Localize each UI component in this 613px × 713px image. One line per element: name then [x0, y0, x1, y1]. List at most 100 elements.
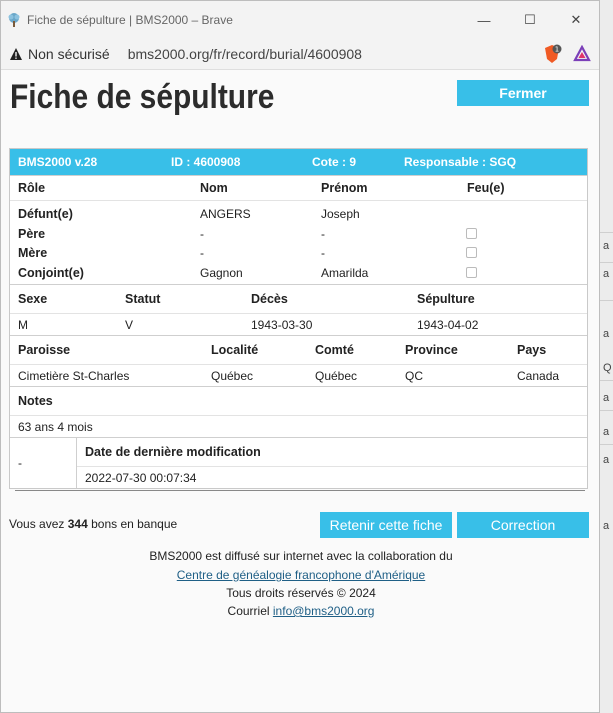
burial-record-card: BMS2000 v.28 ID : 4600908 Cote : 9 Respo…: [9, 148, 588, 489]
security-status[interactable]: Non sécurisé: [28, 46, 110, 62]
maximize-button[interactable]: ☐: [507, 1, 553, 39]
deceased-checkbox[interactable]: [466, 247, 477, 258]
person-nom: Gagnon: [200, 265, 243, 280]
value-sexe: M: [18, 318, 28, 332]
person-prenom: -: [321, 246, 325, 260]
header-pays: Pays: [517, 343, 547, 357]
bank-suffix: bons en banque: [91, 517, 178, 531]
header-comte: Comté: [315, 343, 354, 357]
persons-header-row: Rôle Nom Prénom Feu(e): [10, 176, 587, 201]
bg-text: a: [603, 328, 610, 340]
header-sexe: Sexe: [18, 292, 48, 306]
person-prenom: Joseph: [321, 207, 360, 221]
brave-shield-icon[interactable]: 1: [539, 41, 565, 67]
close-button[interactable]: Fermer: [457, 80, 589, 106]
bank-balance: Vous avez 344 bons en banque: [9, 517, 177, 531]
tree-icon: [5, 11, 23, 29]
modification-section: - Date de dernière modification 2022-07-…: [10, 437, 587, 488]
deceased-checkbox[interactable]: [466, 266, 477, 278]
person-row: Père - -: [10, 224, 587, 244]
bg-divider: [600, 410, 613, 411]
page-title: Fiche de sépulture: [10, 78, 275, 116]
location-value-row: Cimetière St-Charles Québec Québec QC Ca…: [10, 365, 587, 386]
notes-value-row: 63 ans 4 mois: [10, 416, 587, 437]
header-localite: Localité: [211, 343, 259, 357]
value-comte: Québec: [315, 369, 358, 383]
header-statut: Statut: [125, 292, 161, 306]
bg-text: a: [603, 520, 610, 532]
value-localite: Québec: [211, 369, 254, 383]
person-role: Mère: [18, 246, 48, 260]
window-title: Fiche de sépulture | BMS2000 – Brave: [27, 13, 233, 27]
footer-rights: Tous droits réservés © 2024: [226, 586, 376, 600]
email-link[interactable]: info@bms2000.org: [273, 604, 375, 618]
minimize-button[interactable]: —: [461, 1, 507, 39]
persons-section: Rôle Nom Prénom Feu(e) Défunt(e) ANGERS …: [10, 175, 587, 284]
header-role: Rôle: [18, 181, 46, 195]
bg-divider: [600, 444, 613, 445]
person-row: Défunt(e) ANGERS Joseph: [10, 204, 587, 224]
person-nom: ANGERS: [200, 207, 251, 221]
person-row: Conjoint(e) Gagnon Amarilda: [10, 263, 587, 283]
header-sepulture: Sépulture: [417, 292, 475, 306]
header-province: Province: [405, 343, 458, 357]
email-label: Courriel: [227, 604, 270, 618]
bg-divider: [600, 300, 613, 301]
value-deces: 1943-03-30: [251, 318, 313, 332]
person-role: Conjoint(e): [18, 265, 84, 280]
notes-section: Notes 63 ans 4 mois: [10, 386, 587, 437]
notes-header-row: Notes: [10, 387, 587, 416]
retain-record-button[interactable]: Retenir cette fiche: [320, 512, 452, 538]
page-content: Fiche de sépulture Fermer BMS2000 v.28 I…: [1, 70, 599, 712]
bg-divider: [600, 232, 613, 233]
bg-text: Q: [603, 362, 612, 374]
bank-prefix: Vous avez: [9, 517, 65, 531]
bank-count: 344: [67, 517, 88, 531]
person-prenom: -: [321, 226, 325, 241]
person-nom: -: [200, 246, 204, 260]
location-header-row: Paroisse Localité Comté Province Pays: [10, 336, 587, 365]
modification-header-row: Date de dernière modification: [77, 438, 587, 467]
value-statut: V: [125, 318, 134, 332]
shield-badge-count: 1: [555, 46, 559, 54]
correction-button[interactable]: Correction: [457, 512, 589, 538]
person-role: Défunt(e): [18, 207, 73, 221]
footer-collaboration: BMS2000 est diffusé sur internet avec la…: [149, 549, 453, 563]
notes-header: Notes: [18, 394, 53, 408]
details-value-row: M V 1943-03-30 1943-04-02: [10, 314, 587, 335]
url-field[interactable]: bms2000.org/fr/record/burial/4600908: [128, 46, 539, 62]
value-paroisse: Cimetière St-Charles: [18, 369, 130, 383]
header-paroisse: Paroisse: [18, 343, 71, 357]
divider: [15, 490, 585, 491]
bg-text: a: [603, 426, 610, 438]
warning-icon[interactable]: [9, 47, 23, 61]
brave-rewards-icon[interactable]: [569, 41, 595, 67]
notes-value: 63 ans 4 mois: [18, 420, 93, 434]
bg-text: a: [603, 454, 610, 466]
person-role: Père: [18, 226, 46, 241]
background-window: a a a Q a a a a: [600, 0, 613, 713]
bg-divider: [600, 380, 613, 381]
value-sepulture: 1943-04-02: [417, 318, 479, 332]
browser-window: Fiche de sépulture | BMS2000 – Brave — ☐…: [0, 0, 600, 713]
modification-right-cell: Date de dernière modification 2022-07-30…: [77, 438, 587, 488]
record-header-bar: BMS2000 v.28 ID : 4600908 Cote : 9 Respo…: [10, 149, 587, 175]
value-pays: Canada: [517, 369, 560, 383]
record-cote: Cote : 9: [312, 155, 357, 169]
person-row: Mère - -: [10, 243, 587, 263]
address-bar: Non sécurisé bms2000.org/fr/record/buria…: [1, 39, 599, 70]
version-label: BMS2000 v.28: [18, 155, 98, 169]
details-section: Sexe Statut Décès Sépulture M V 1943-03-…: [10, 284, 587, 335]
deceased-checkbox[interactable]: [466, 227, 477, 239]
bg-text: a: [603, 268, 610, 280]
close-window-button[interactable]: ✕: [553, 1, 599, 39]
cgfa-link[interactable]: Centre de généalogie francophone d'Améri…: [177, 568, 425, 582]
modification-left-cell: -: [10, 438, 77, 488]
header-prenom: Prénom: [321, 181, 368, 195]
footer-email-row: Courriel info@bms2000.org: [1, 604, 599, 618]
person-nom: -: [200, 226, 204, 241]
record-responsable: Responsable : SGQ: [404, 155, 517, 169]
bg-text: a: [603, 240, 610, 252]
bg-divider: [600, 262, 613, 263]
person-prenom: Amarilda: [321, 265, 369, 280]
